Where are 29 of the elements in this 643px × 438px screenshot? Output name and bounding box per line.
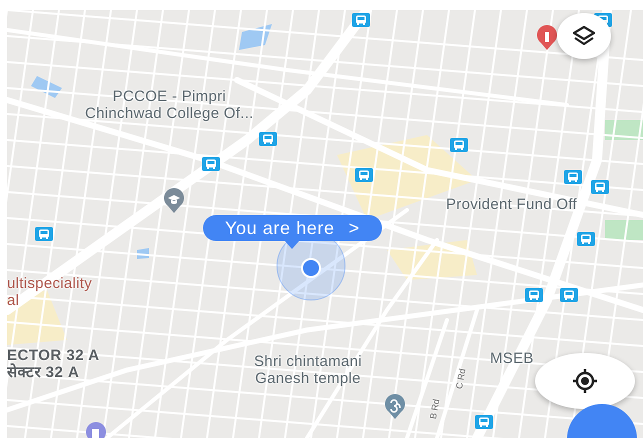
bus-stop-icon <box>202 157 220 171</box>
map-place-label: Shri chintamani Ganesh temple <box>254 354 362 388</box>
bus-stop-icon <box>450 138 468 152</box>
bus-stop-icon <box>564 170 582 184</box>
map-place-label: MSEB <box>490 351 534 368</box>
bus-stop-icon <box>560 288 578 302</box>
bus-stop-icon <box>591 180 609 194</box>
bus-stop-icon <box>355 168 373 182</box>
my-location-icon <box>572 368 598 394</box>
callout-pointer <box>284 240 300 249</box>
hospital-pin-icon[interactable] <box>537 25 557 50</box>
map-place-label: ultispeciality al <box>7 276 92 310</box>
layers-icon <box>572 25 596 47</box>
temple-pin-icon[interactable] <box>385 394 405 419</box>
bus-stop-icon <box>525 288 543 302</box>
road-label: B Rd <box>428 398 442 420</box>
bus-stop-icon <box>259 132 277 146</box>
area-label: ECTOR 32 A सेक्टर 32 A <box>7 348 100 382</box>
bus-stop-icon <box>577 232 595 246</box>
map-place-label: Provident Fund Off <box>446 197 578 214</box>
fuel-pin-icon[interactable] <box>86 422 106 438</box>
school-pin-icon[interactable] <box>164 188 184 213</box>
bus-stop-icon <box>352 13 370 27</box>
map-view[interactable]: PCCOE - Pimpri Chinchwad College Of... Provident Fund Off ultispeciality al ECTOR 32 A सेक्टर 32 A Shri chintamani Ganesh temple MSEB C Rd B Rd You are here > <box>7 10 643 438</box>
map-place-label: PCCOE - Pimpri Chinchwad College Of... <box>85 89 254 123</box>
bus-stop-icon <box>35 227 53 241</box>
road-label: C Rd <box>454 368 468 390</box>
bus-stop-icon <box>475 415 493 429</box>
current-location-dot <box>301 258 321 278</box>
